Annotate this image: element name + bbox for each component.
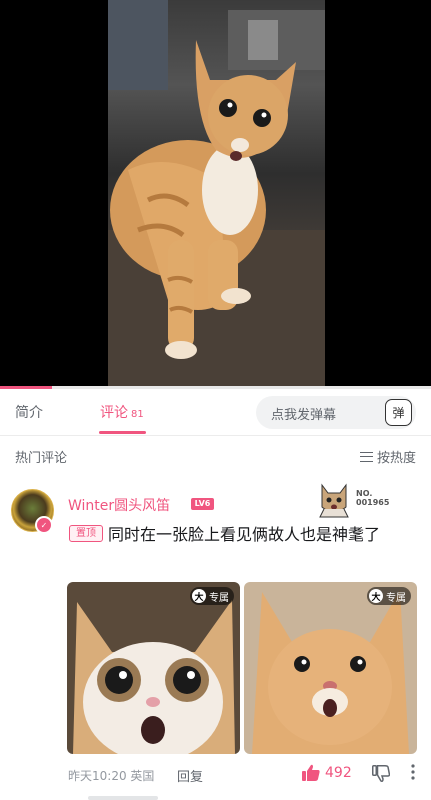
comment-username[interactable]: Winter圆头风笛: [68, 495, 170, 515]
more-options-icon[interactable]: [405, 762, 421, 782]
level-badge: LV6: [191, 498, 214, 510]
image-tag-exclusive: 大 专属: [190, 587, 234, 605]
thumbs-down-icon: [372, 765, 391, 782]
image-tag-label: 专属: [386, 592, 406, 604]
comment-image-2[interactable]: 大 专属: [244, 582, 417, 754]
cat-face-image-1: [67, 582, 240, 754]
fan-badge-text: NO. 001965: [356, 489, 389, 507]
fan-badge-cat-icon: [319, 483, 349, 518]
hot-comments-title: 热门评论: [15, 451, 68, 466]
comment-image-1[interactable]: 大 专属: [67, 582, 240, 754]
like-count: 492: [325, 764, 352, 781]
thumbs-up-icon: [302, 764, 320, 781]
fan-badge-card[interactable]: NO. 001965: [316, 479, 416, 519]
reply-button[interactable]: 回复: [177, 766, 203, 785]
vip-badge-icon: ✓: [35, 516, 53, 534]
video-frame-cat: [108, 0, 325, 386]
comment-time-location: 昨天10:20 英国: [68, 769, 155, 783]
tab-intro[interactable]: 简介: [15, 402, 43, 422]
vertical-dots-icon: [411, 764, 415, 780]
tab-comments[interactable]: 评论 81: [100, 402, 144, 422]
dislike-button[interactable]: [372, 765, 391, 786]
cat-face-image-2: [244, 582, 417, 754]
sort-icon: [359, 451, 373, 462]
sort-by-heat-button[interactable]: 按热度: [359, 447, 416, 466]
tab-comments-count: 81: [131, 409, 144, 420]
danmaku-input[interactable]: 点我发弹幕 弹: [256, 396, 416, 429]
image-tag-exclusive: 大 专属: [367, 587, 411, 605]
image-tag-label: 专属: [209, 592, 229, 604]
fan-badge-label: NO.: [356, 489, 373, 498]
video-player[interactable]: [0, 0, 431, 386]
comment-text: 同时在一张脸上看见俩故人也是神耄了: [108, 525, 381, 544]
image-tag-icon: 大: [369, 589, 383, 603]
danmaku-placeholder: 点我发弹幕: [271, 408, 337, 423]
tab-comments-label: 评论: [100, 405, 128, 421]
fan-badge-number: 001965: [356, 498, 390, 507]
sort-label: 按热度: [376, 451, 416, 466]
danmaku-toggle-icon[interactable]: 弹: [385, 399, 412, 426]
next-comment-indicator: [88, 796, 158, 800]
cat-video-image: [108, 0, 325, 386]
like-button[interactable]: 492: [302, 764, 352, 781]
tab-active-indicator: [99, 431, 146, 434]
image-tag-icon: 大: [192, 589, 206, 603]
